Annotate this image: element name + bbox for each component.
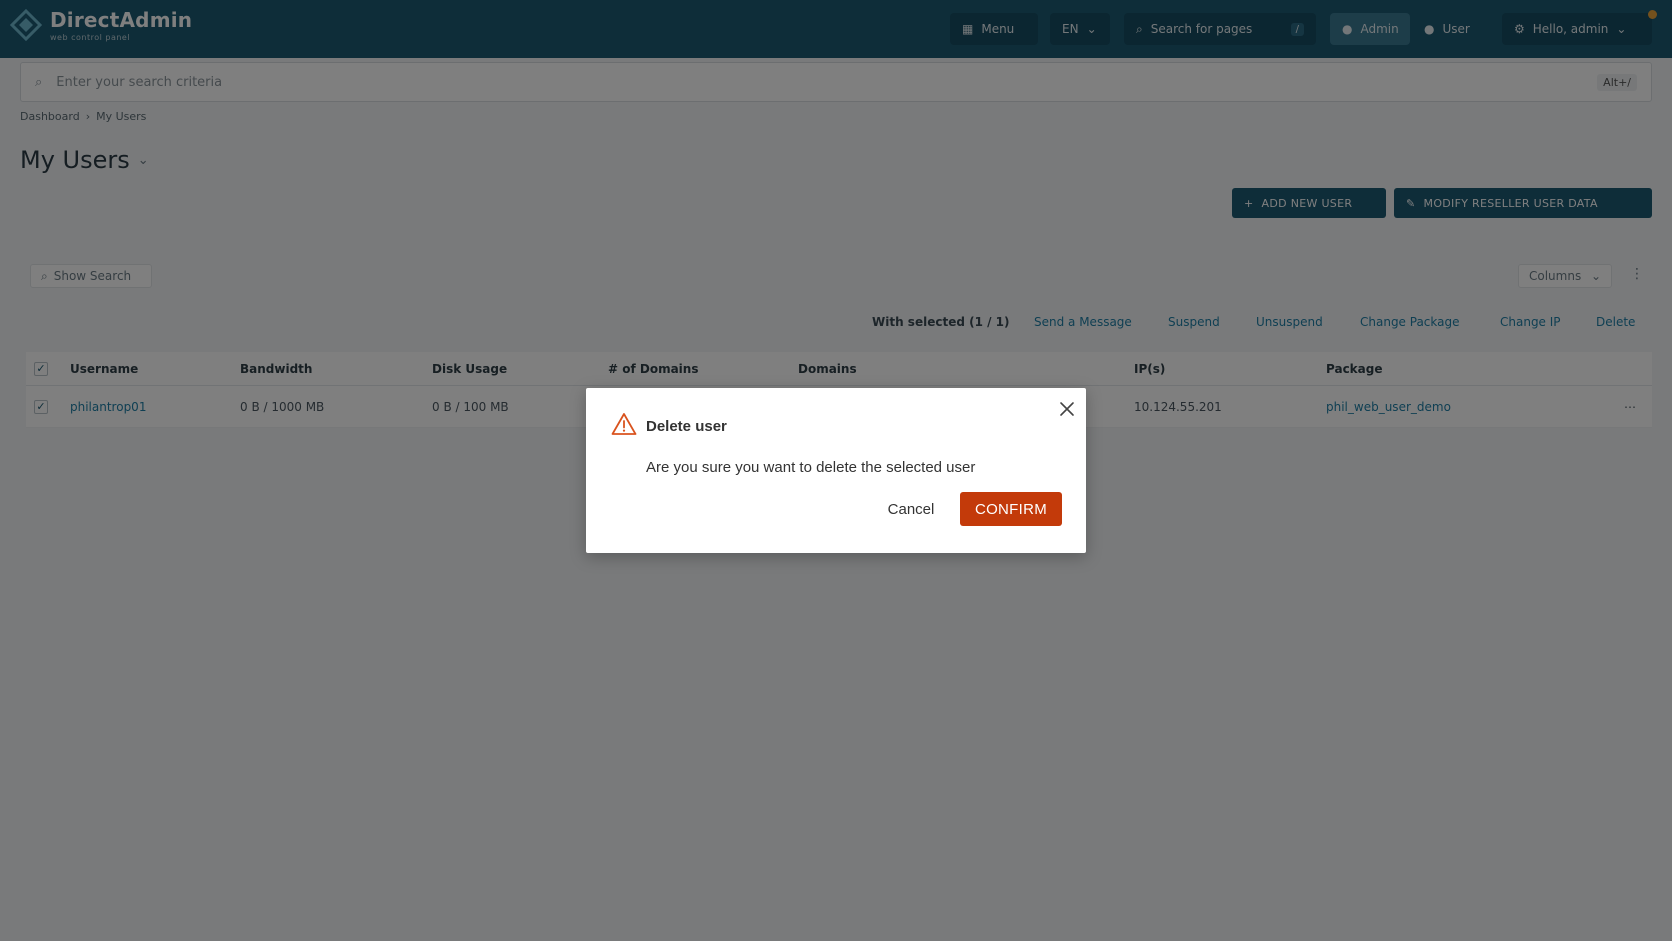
close-icon[interactable] xyxy=(1058,400,1076,418)
dialog-message: Are you sure you want to delete the sele… xyxy=(646,459,976,476)
confirm-button[interactable]: CONFIRM xyxy=(960,492,1062,526)
cancel-button[interactable]: Cancel xyxy=(878,492,944,526)
warning-icon xyxy=(611,412,637,436)
delete-user-dialog: Delete user Are you sure you want to del… xyxy=(586,388,1086,553)
dialog-title: Delete user xyxy=(646,418,727,435)
